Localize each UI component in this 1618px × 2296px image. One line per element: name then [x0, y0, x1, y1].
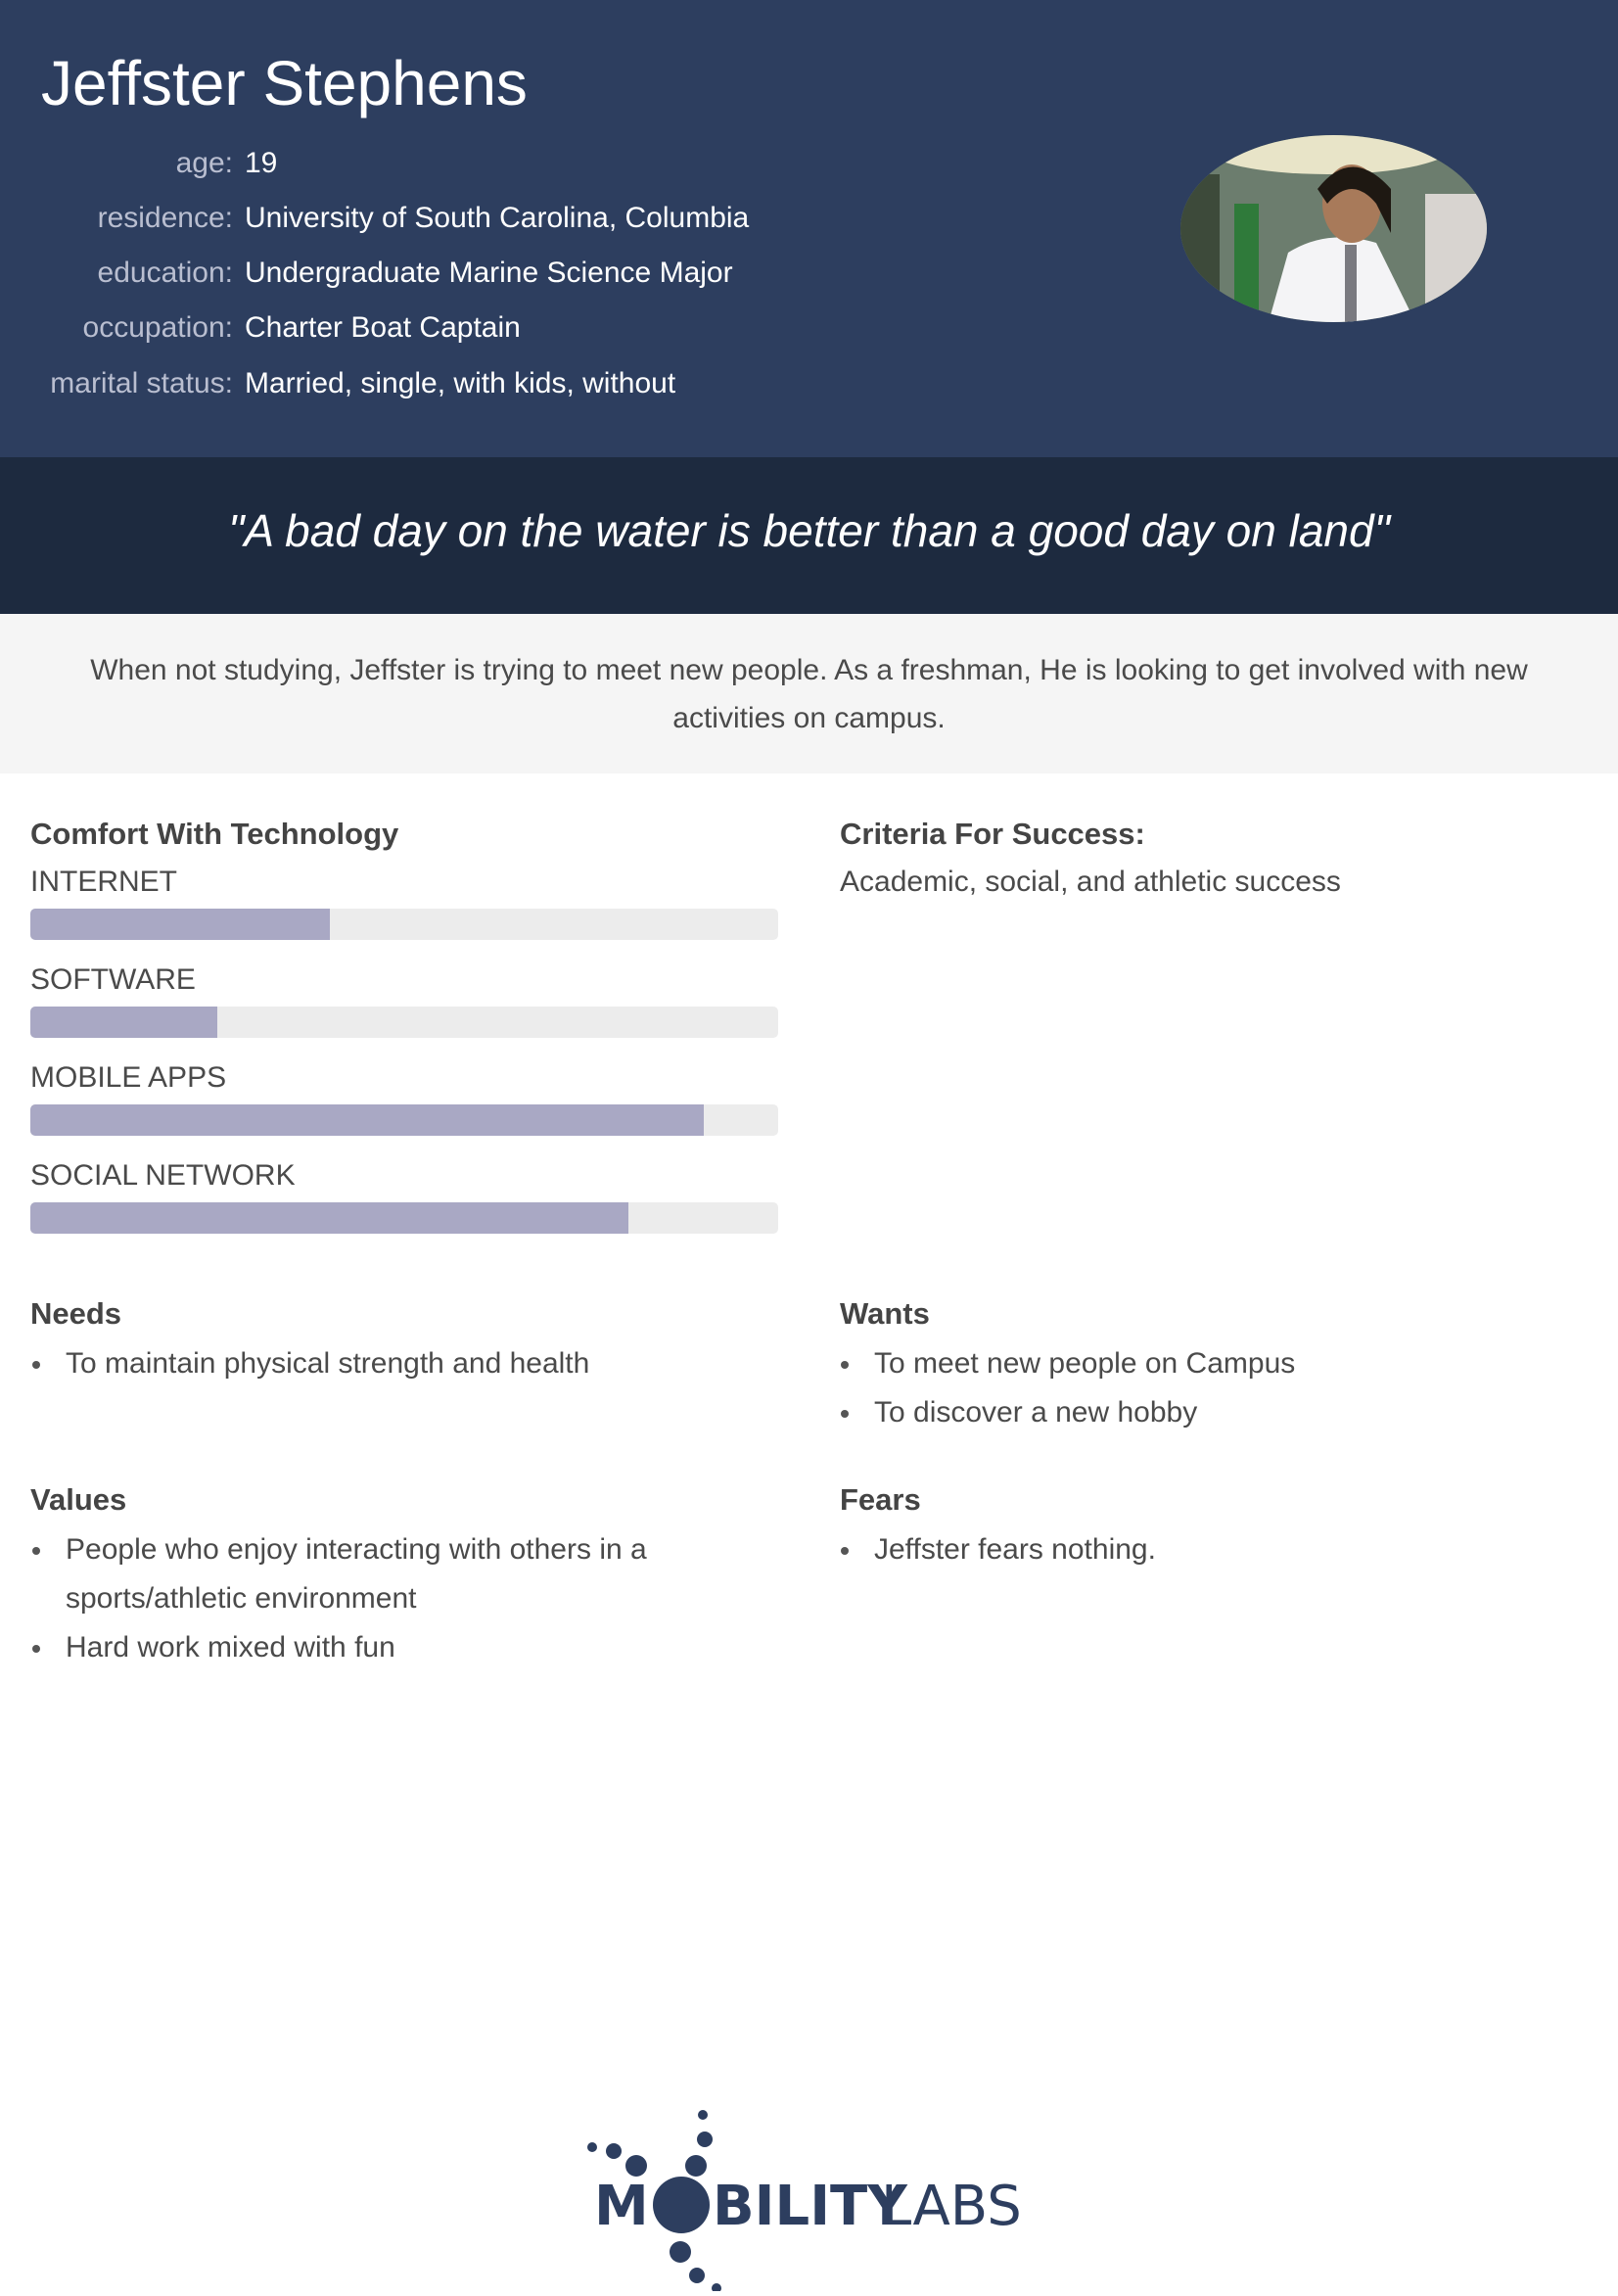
persona-description: When not studying, Jeffster is trying to…	[90, 654, 1528, 734]
wants-item: To meet new people on Campus	[840, 1339, 1295, 1388]
bar-fill	[30, 1202, 629, 1234]
wants-item: To discover a new hobby	[840, 1388, 1197, 1437]
bar-fill	[30, 909, 330, 940]
tech-label-software: SOFTWARE	[30, 963, 196, 996]
bar-fill	[30, 1104, 704, 1136]
info-label: residence:	[97, 202, 233, 234]
info-occupation: occupation: Charter Boat Captain	[0, 311, 979, 351]
values-item: People who enjoy interacting with others…	[32, 1525, 751, 1623]
tech-bar-internet	[30, 909, 778, 940]
wants-heading: Wants	[840, 1296, 930, 1331]
logo-text-labs: LABS	[881, 2175, 1022, 2238]
info-value: 19	[245, 147, 278, 179]
needs-heading: Needs	[30, 1296, 122, 1331]
logo-text-rest: BILITY	[713, 2175, 908, 2238]
info-label: occupation:	[82, 311, 233, 344]
tech-label-social-network: SOCIAL NETWORK	[30, 1159, 296, 1192]
info-residence: residence: University of South Carolina,…	[0, 202, 979, 241]
values-heading: Values	[30, 1482, 127, 1517]
tech-bar-software	[30, 1007, 778, 1038]
info-label: education:	[97, 257, 233, 289]
fears-heading: Fears	[840, 1482, 921, 1517]
technology-heading: Comfort With Technology	[30, 817, 399, 851]
info-label: marital status:	[50, 367, 233, 399]
tech-bar-mobile-apps	[30, 1104, 778, 1136]
bar-fill	[30, 1007, 217, 1038]
info-label: age:	[175, 147, 233, 179]
success-text: Academic, social, and athletic success	[840, 866, 1341, 898]
info-marital-status: marital status: Married, single, with ki…	[0, 367, 979, 406]
fears-item: Jeffster fears nothing.	[841, 1525, 1156, 1574]
success-heading: Criteria For Success:	[840, 817, 1145, 851]
mobility-labs-logo: M BILITY LABS	[548, 2076, 1077, 2293]
info-value: Undergraduate Marine Science Major	[245, 257, 733, 289]
persona-name: Jeffster Stephens	[41, 48, 528, 118]
tech-label-mobile-apps: MOBILE APPS	[30, 1061, 227, 1094]
info-education: education: Undergraduate Marine Science …	[0, 257, 979, 296]
persona-photo	[1180, 135, 1487, 322]
info-value: Married, single, with kids, without	[245, 367, 676, 399]
tech-label-internet: INTERNET	[30, 866, 177, 898]
info-age: age: 19	[0, 147, 979, 186]
description-band: When not studying, Jeffster is trying to…	[0, 614, 1618, 773]
info-value: Charter Boat Captain	[245, 311, 521, 344]
persona-quote: "A bad day on the water is better than a…	[228, 505, 1390, 556]
logo-text-m: M	[594, 2175, 649, 2238]
tech-bar-social-network	[30, 1202, 778, 1234]
values-item: Hard work mixed with fun	[32, 1623, 395, 1672]
quote-band: "A bad day on the water is better than a…	[0, 457, 1618, 614]
info-value: University of South Carolina, Columbia	[245, 202, 750, 234]
needs-item: To maintain physical strength and health	[31, 1339, 589, 1388]
persona-header: Jeffster Stephens age: 19 residence: Uni…	[0, 0, 1618, 457]
